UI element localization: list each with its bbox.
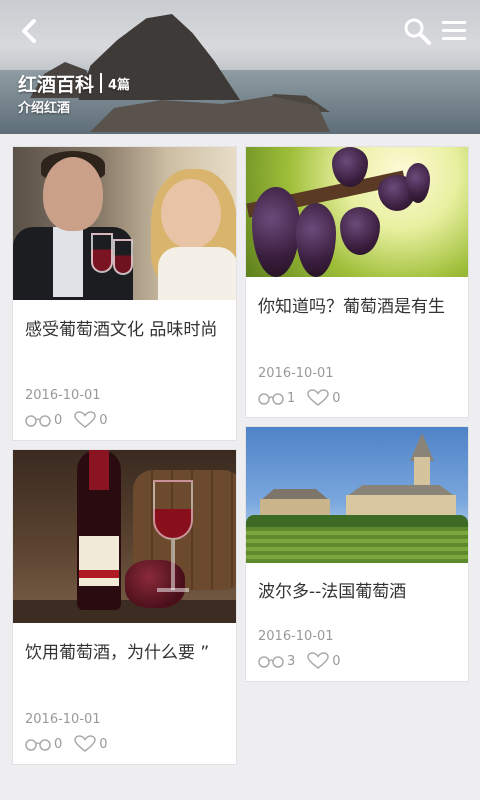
article-image xyxy=(13,147,236,300)
article-date: 2016-10-01 xyxy=(258,366,334,381)
article-card[interactable]: 饮用葡萄酒，为什么要 ” 2016-10-01 0 0 xyxy=(12,449,237,765)
article-title: 波尔多--法国葡萄酒 xyxy=(258,582,407,602)
header-banner: 红酒百科 4篇 介绍红酒 xyxy=(0,0,480,134)
views-stat: 3 xyxy=(258,654,295,669)
views-count: 0 xyxy=(54,736,63,752)
search-button[interactable] xyxy=(402,16,432,46)
article-date: 2016-10-01 xyxy=(25,712,101,727)
article-count: 4篇 xyxy=(108,77,131,93)
glasses-icon xyxy=(258,393,284,405)
article-title: 饮用葡萄酒，为什么要 ” xyxy=(25,643,210,663)
search-icon xyxy=(404,18,431,45)
article-card[interactable]: 你知道吗？葡萄酒是有生 2016-10-01 1 0 xyxy=(245,146,469,418)
article-stats: 0 0 xyxy=(25,411,120,429)
page-subtitle: 介绍红酒 xyxy=(18,101,71,116)
likes-count: 0 xyxy=(332,390,341,406)
article-title: 你知道吗？葡萄酒是有生 xyxy=(258,297,445,317)
views-stat: 1 xyxy=(258,391,295,406)
heart-icon xyxy=(307,652,330,669)
article-image xyxy=(246,147,468,277)
title-divider xyxy=(100,73,103,93)
menu-icon xyxy=(442,21,466,40)
views-count: 0 xyxy=(54,412,63,428)
article-stats: 3 0 xyxy=(258,652,353,670)
views-count: 3 xyxy=(287,653,296,669)
heart-icon xyxy=(74,735,97,752)
likes-stat[interactable]: 0 xyxy=(74,411,108,429)
likes-stat[interactable]: 0 xyxy=(74,735,108,753)
heart-icon xyxy=(74,411,97,428)
views-count: 1 xyxy=(287,390,296,406)
article-date: 2016-10-01 xyxy=(258,629,334,644)
article-title: 感受葡萄酒文化 品味时尚 xyxy=(25,320,218,340)
likes-count: 0 xyxy=(99,412,108,428)
article-date: 2016-10-01 xyxy=(25,388,101,403)
views-stat: 0 xyxy=(25,737,62,752)
title-row: 红酒百科 4篇 xyxy=(18,70,130,96)
menu-button[interactable] xyxy=(440,18,468,44)
article-stats: 0 0 xyxy=(25,735,120,753)
chevron-left-icon xyxy=(22,19,36,43)
likes-stat[interactable]: 0 xyxy=(307,652,341,670)
glasses-icon xyxy=(25,415,51,427)
likes-count: 0 xyxy=(99,736,108,752)
glasses-icon xyxy=(25,739,51,751)
article-card[interactable]: 波尔多--法国葡萄酒 2016-10-01 3 0 xyxy=(245,426,469,682)
page-title: 红酒百科 xyxy=(18,73,95,96)
article-stats: 1 0 xyxy=(258,389,353,407)
likes-count: 0 xyxy=(332,653,341,669)
heart-icon xyxy=(307,389,330,406)
views-stat: 0 xyxy=(25,413,62,428)
glasses-icon xyxy=(258,656,284,668)
likes-stat[interactable]: 0 xyxy=(307,389,341,407)
article-image xyxy=(246,427,468,563)
article-image xyxy=(13,450,236,623)
back-button[interactable] xyxy=(16,16,44,46)
article-card[interactable]: 感受葡萄酒文化 品味时尚 2016-10-01 0 0 xyxy=(12,146,237,441)
